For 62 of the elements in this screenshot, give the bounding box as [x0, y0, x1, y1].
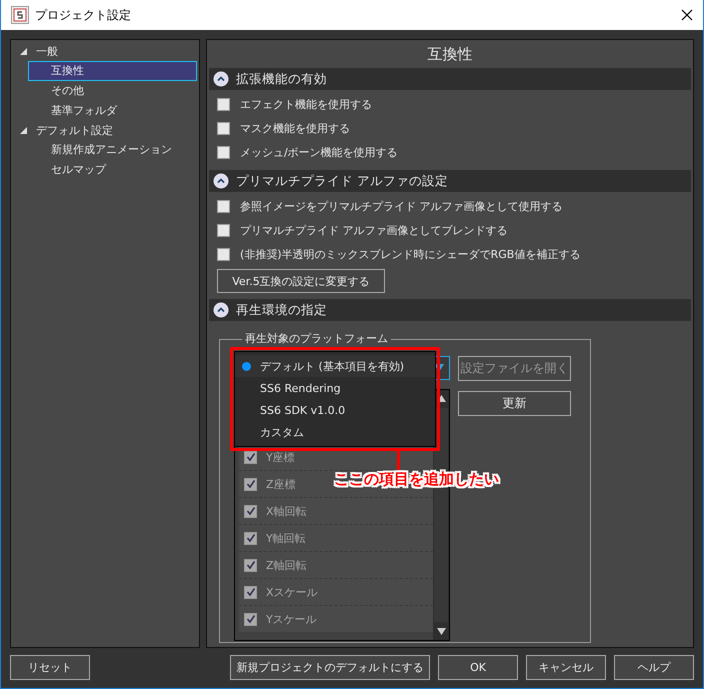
checkbox-label: プリマルチプライド アルファ画像としてブレンドする: [240, 222, 508, 238]
app-icon: [11, 6, 29, 24]
compat-button[interactable]: Ver.5互換の設定に変更する: [217, 269, 385, 293]
checkbox[interactable]: [244, 478, 257, 490]
scroll-down-icon[interactable]: [436, 628, 446, 635]
dialog-button[interactable]: キャンセル: [526, 654, 606, 680]
checkbox-label: (非推奨)半透明のミックスブレンド時にシェーダでRGB値を補正する: [240, 246, 580, 262]
checkbox[interactable]: [244, 504, 257, 518]
window-title: プロジェクト設定: [35, 6, 132, 24]
checkbox[interactable]: [217, 146, 230, 158]
row-label: Xスケール: [266, 584, 318, 600]
dialog-button[interactable]: 新規プロジェクトのデフォルトにする: [230, 654, 430, 680]
checkbox-label: メッシュ/ボーン機能を使用する: [240, 144, 398, 160]
close-icon[interactable]: [681, 9, 693, 21]
annotation-text: ここの項目を追加したい: [334, 470, 499, 489]
dialog-button[interactable]: OK: [438, 654, 518, 680]
expand-triangle-icon[interactable]: [19, 47, 28, 56]
checkbox[interactable]: [217, 98, 230, 110]
expand-triangle-icon[interactable]: [19, 126, 28, 135]
dropdown-option[interactable]: デフォルト (基本項目を有効): [235, 355, 435, 377]
tree-item[interactable]: デフォルト設定: [36, 123, 113, 138]
collapse-chevron-icon[interactable]: [213, 173, 229, 189]
collapse-chevron-icon[interactable]: [213, 71, 229, 87]
checkbox[interactable]: [244, 532, 257, 544]
section-header[interactable]: 再生環境の指定: [209, 299, 691, 321]
collapse-chevron-icon[interactable]: [213, 302, 229, 318]
dialog-button[interactable]: ヘルプ: [614, 654, 694, 680]
tree-item[interactable]: 基準フォルダ: [28, 101, 197, 121]
tree-item[interactable]: その他: [28, 81, 197, 101]
checkbox[interactable]: [217, 224, 230, 236]
section-title: 拡張機能の有効: [236, 70, 327, 88]
section-header[interactable]: 拡張機能の有効: [209, 68, 691, 90]
panel-title: 互換性: [426, 44, 474, 65]
tree-item[interactable]: セルマップ: [28, 160, 197, 180]
row-label: Z軸回転: [266, 558, 307, 572]
checkbox[interactable]: [244, 450, 257, 464]
section-title: 再生環境の指定: [236, 302, 327, 318]
dropdown-option[interactable]: SS6 SDK v1.0.0: [235, 399, 435, 421]
section-header[interactable]: プリマルチプライド アルファの設定: [209, 170, 691, 192]
checkbox[interactable]: [217, 200, 230, 212]
section-title: プリマルチプライド アルファの設定: [236, 172, 448, 190]
tree-item[interactable]: 互換性: [28, 61, 197, 81]
checkbox[interactable]: [217, 122, 230, 134]
row-label: Y座標: [266, 450, 295, 464]
group-label: 再生対象のプラットフォーム: [242, 332, 391, 346]
row-label: Z座標: [266, 476, 296, 492]
checkbox[interactable]: [217, 248, 230, 260]
checkbox-label: 参照イメージをプリマルチプライド アルファ画像として使用する: [240, 198, 562, 214]
row-label: Yスケール: [266, 612, 317, 626]
checkbox-label: エフェクト機能を使用する: [240, 96, 372, 112]
tree-item[interactable]: 一般: [36, 44, 58, 59]
dropdown-option[interactable]: カスタム: [235, 421, 435, 443]
checkbox[interactable]: [244, 586, 257, 598]
row-label: Y軸回転: [266, 530, 306, 546]
checkbox-label: マスク機能を使用する: [240, 120, 350, 136]
action-button[interactable]: 更新: [458, 391, 571, 416]
checkbox[interactable]: [244, 612, 257, 626]
dropdown-option[interactable]: SS6 Rendering: [235, 377, 435, 399]
reset-button[interactable]: リセット: [10, 654, 90, 680]
checkbox[interactable]: [244, 558, 257, 572]
row-label: X軸回転: [266, 504, 307, 518]
tree-item[interactable]: 新規作成アニメーション: [28, 140, 197, 160]
